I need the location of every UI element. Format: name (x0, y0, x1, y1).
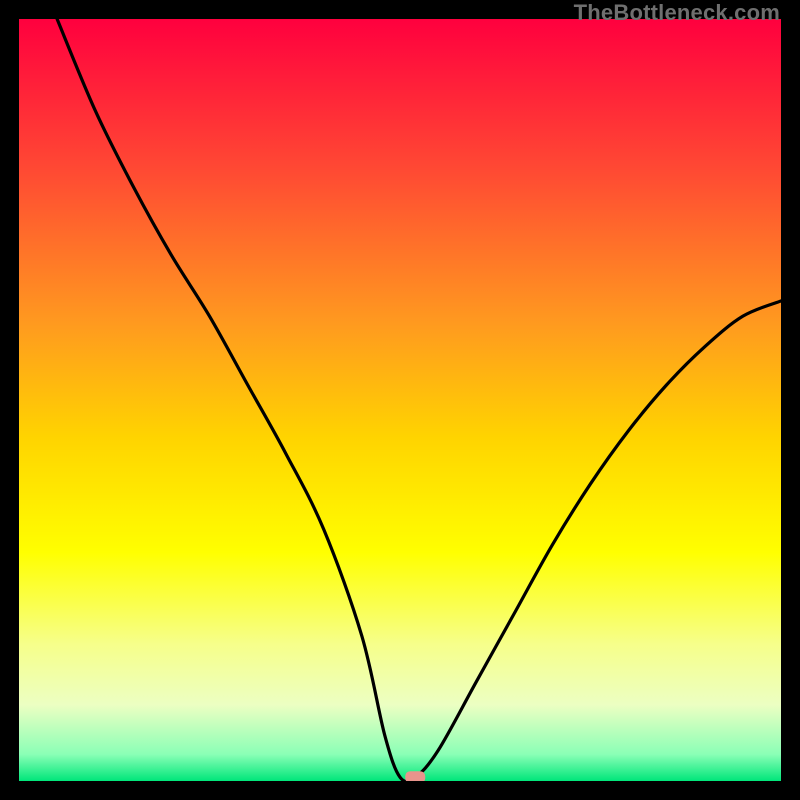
watermark-text: TheBottleneck.com (574, 0, 780, 26)
chart-svg (19, 19, 781, 781)
optimum-marker (405, 771, 425, 781)
chart-frame (19, 19, 781, 781)
gradient-background (19, 19, 781, 781)
